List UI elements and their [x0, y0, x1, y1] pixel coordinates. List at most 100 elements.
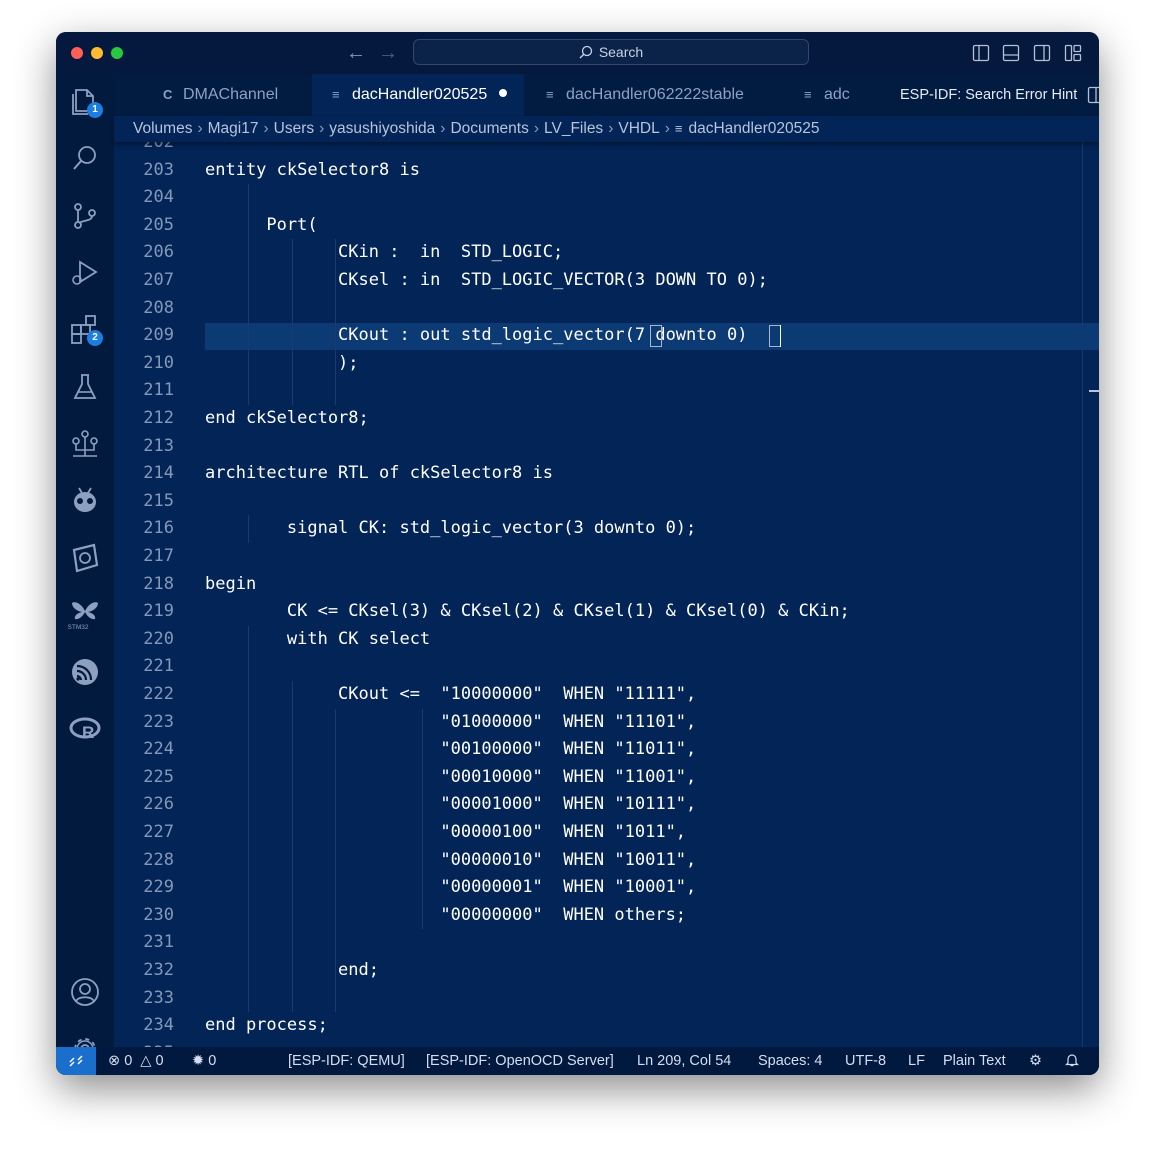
breadcrumb-yasushiyoshida[interactable]: yasushiyoshida	[329, 116, 435, 142]
encoding-status[interactable]: UTF-8	[845, 1047, 886, 1075]
search-view-button[interactable]	[67, 141, 103, 177]
line-number: 215	[143, 490, 174, 511]
chevron-right-icon: ›	[664, 120, 670, 137]
line-number: 213	[143, 435, 174, 456]
source-control-icon	[74, 203, 96, 229]
breadcrumb-documents[interactable]: Documents	[450, 116, 528, 142]
code-line[interactable]: end ckSelector8;	[205, 405, 369, 433]
explorer-button[interactable]: 1	[67, 84, 103, 120]
tab-adc[interactable]: ≡ adc	[784, 74, 900, 116]
svg-text:R: R	[82, 723, 94, 742]
settings-sync-icon[interactable]: ⚙	[1029, 1047, 1042, 1075]
title-bar: ← → Search	[56, 32, 1099, 74]
breadcrumb-magi17[interactable]: Magi17	[208, 116, 259, 142]
line-number: 214	[143, 463, 174, 484]
code-line[interactable]: "01000000" WHEN "11101",	[205, 709, 696, 737]
tab-dachandler062222stable[interactable]: ≡ dacHandler062222stable	[526, 74, 782, 116]
code-line[interactable]: "00000001" WHEN "10001",	[205, 874, 696, 902]
text-file-icon: ≡	[332, 87, 340, 102]
source-control-button[interactable]	[67, 198, 103, 234]
line-number: 225	[143, 766, 174, 787]
stm32-button[interactable]: STM32	[67, 597, 103, 633]
language-mode-status[interactable]: Plain Text	[943, 1047, 1006, 1075]
code-line[interactable]: "00001000" WHEN "10111",	[205, 791, 696, 819]
code-line[interactable]: CK <= CKsel(3) & CKsel(2) & CKsel(1) & C…	[205, 598, 850, 626]
code-line[interactable]: "00100000" WHEN "11011",	[205, 736, 696, 764]
split-editor-icon[interactable]	[1087, 86, 1099, 104]
indent-guide	[335, 708, 337, 1013]
breadcrumb-users[interactable]: Users	[274, 116, 314, 142]
code-line[interactable]: entity ckSelector8 is	[205, 157, 420, 185]
close-window-button[interactable]	[71, 47, 83, 59]
tab-dmachannel[interactable]: C DMAChannel	[145, 74, 310, 116]
eol-status[interactable]: LF	[908, 1047, 925, 1075]
remote-explorer-button[interactable]	[67, 540, 103, 576]
line-number: 231	[143, 932, 174, 953]
line-number: 219	[143, 601, 174, 622]
text-file-icon: ≡	[674, 121, 683, 136]
esp-idf-hint-label: ESP-IDF: Search Error Hint	[900, 87, 1078, 103]
code-line[interactable]: architecture RTL of ckSelector8 is	[205, 460, 553, 488]
unsaved-dot-icon[interactable]	[499, 89, 508, 97]
code-editor[interactable]: 202 203 204 205 206 207 208 209 210 211 212 213 214 2…	[114, 142, 1099, 1047]
code-line[interactable]: "00000000" WHEN others;	[205, 902, 686, 930]
code-line[interactable]: with CK select	[205, 626, 430, 654]
line-number: 205	[143, 214, 174, 235]
problems-indicator[interactable]: ⊗ 0 △ 0	[108, 1047, 164, 1075]
code-line[interactable]: Port(	[205, 212, 317, 240]
code-line[interactable]: "00000010" WHEN "10011",	[205, 847, 696, 875]
minimize-window-button[interactable]	[91, 47, 103, 59]
toggle-primary-sidebar-icon[interactable]	[972, 44, 990, 62]
bell-icon	[1065, 1054, 1079, 1067]
command-center-search[interactable]: Search	[413, 39, 809, 65]
breadcrumb-vhdl[interactable]: VHDL	[618, 116, 659, 142]
tab-dachandler020525[interactable]: ≡ dacHandler020525	[312, 74, 524, 116]
remote-indicator-button[interactable]	[56, 1047, 96, 1075]
toggle-secondary-sidebar-icon[interactable]	[1033, 44, 1051, 62]
status-bar: ⊗ 0 △ 0 ✹ 0 [ESP-IDF: QEMU] [ESP-IDF: Op…	[56, 1047, 1099, 1075]
code-line[interactable]: signal CK: std_logic_vector(3 downto 0);	[205, 515, 696, 543]
testing-button[interactable]	[67, 369, 103, 405]
code-line[interactable]: "00000100" WHEN "1011",	[205, 819, 686, 847]
warning-icon: △	[140, 1053, 152, 1069]
code-line[interactable]: end process;	[205, 1012, 328, 1040]
search-icon	[579, 45, 592, 59]
forward-arrow-icon[interactable]: →	[378, 41, 398, 65]
indent-guide	[335, 239, 337, 405]
esp-idf-button[interactable]	[67, 654, 103, 690]
esp-idf-qemu-status[interactable]: [ESP-IDF: QEMU]	[288, 1047, 405, 1075]
zoom-window-button[interactable]	[111, 47, 123, 59]
ports-count: 0	[208, 1053, 217, 1069]
esp-idf-search-error-hint[interactable]: ESP-IDF: Search Error Hint	[900, 74, 1077, 116]
code-line[interactable]: CKout <= "10000000" WHEN "11111",	[205, 681, 696, 709]
code-line[interactable]: "00010000" WHEN "11001",	[205, 764, 696, 792]
code-line[interactable]: begin	[205, 571, 256, 599]
run-debug-button[interactable]	[67, 255, 103, 291]
notifications-icon[interactable]	[1065, 1047, 1079, 1075]
breadcrumb-volumes[interactable]: Volumes	[133, 116, 192, 142]
line-number: 235	[114, 1040, 174, 1047]
breadcrumb-lv-files[interactable]: LV_Files	[544, 116, 603, 142]
chevron-right-icon: ›	[440, 120, 446, 137]
device-tree-button[interactable]	[67, 426, 103, 462]
esp-idf-openocd-status[interactable]: [ESP-IDF: OpenOCD Server]	[426, 1047, 614, 1075]
breadcrumb-file[interactable]: dacHandler020525	[688, 116, 819, 142]
bracket-match-highlight	[649, 325, 662, 348]
r-language-button[interactable]: R	[67, 711, 103, 747]
code-line[interactable]: CKsel : in STD_LOGIC_VECTOR(3 DOWN TO 0)…	[205, 267, 768, 295]
overview-ruler	[1082, 142, 1083, 1047]
cursor-position[interactable]: Ln 209, Col 54	[637, 1047, 731, 1075]
accounts-button[interactable]	[67, 974, 103, 1010]
customize-layout-icon[interactable]	[1064, 44, 1082, 62]
indent-guide	[291, 681, 293, 1013]
extensions-button[interactable]: 2	[67, 312, 103, 348]
back-arrow-icon[interactable]: ←	[346, 41, 366, 65]
ports-indicator[interactable]: ✹ 0	[192, 1047, 216, 1075]
platformio-button[interactable]	[67, 483, 103, 519]
code-line[interactable]: CKin : in STD_LOGIC;	[205, 239, 563, 267]
toggle-panel-icon[interactable]	[1002, 44, 1020, 62]
code-line[interactable]: CKout : out std_logic_vector(7 downto 0)	[205, 322, 747, 350]
tab-label: adc	[824, 86, 850, 103]
indentation-status[interactable]: Spaces: 4	[758, 1047, 823, 1075]
line-number: 228	[143, 849, 174, 870]
